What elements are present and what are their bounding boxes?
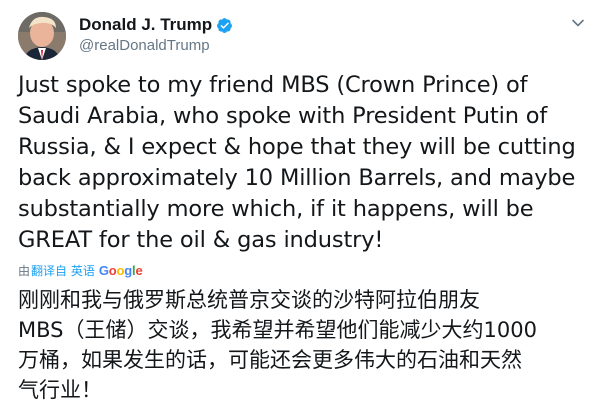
google-logo-letter: g	[124, 262, 133, 278]
tweet-text-line: Russia, & I expect & hope that they will…	[18, 134, 576, 160]
tweet-card: Donald J. Trump @realDonaldTrump Just sp…	[0, 0, 603, 405]
translation-prefix: 由	[18, 263, 31, 278]
google-logo: Google	[99, 263, 143, 278]
translated-text-line: MBS（王储）交谈，我希望并希望他们能减少大约1000	[18, 318, 537, 342]
translated-text-line: 刚刚和我与俄罗斯总统普京交谈的沙特阿拉伯朋友	[18, 288, 480, 312]
tweet-author[interactable]: Donald J. Trump @realDonaldTrump	[79, 14, 233, 54]
tweet-text-line: substantially more which, if it happens,…	[18, 196, 534, 222]
avatar-image	[18, 12, 66, 60]
author-handle[interactable]: @realDonaldTrump	[79, 37, 233, 54]
tweet-text-line: GREAT for the oil & gas industry!	[18, 227, 384, 253]
google-logo-letter: e	[135, 262, 143, 278]
tweet-text: Just spoke to my friend MBS (Crown Princ…	[18, 70, 588, 256]
translation-source-link[interactable]: 翻译自 英语	[31, 262, 95, 279]
translated-text: 刚刚和我与俄罗斯总统普京交谈的沙特阿拉伯朋友 MBS（王储）交谈，我希望并希望他…	[18, 285, 593, 405]
chevron-down-icon[interactable]	[569, 14, 587, 32]
avatar[interactable]	[18, 12, 66, 60]
tweet-text-line: Saudi Arabia, who spoke with President P…	[18, 103, 548, 129]
translated-text-line: 万桶，如果发生的话，可能还会更多伟大的石油和天然	[18, 348, 522, 372]
google-logo-letter: G	[98, 262, 109, 278]
tweet-text-line: Just spoke to my friend MBS (Crown Princ…	[18, 72, 528, 98]
author-display-name[interactable]: Donald J. Trump	[79, 15, 212, 35]
verified-badge-icon	[216, 17, 233, 34]
translation-attribution: 由 翻译自 英语 Google	[18, 261, 143, 279]
translated-text-line: 气行业！	[18, 378, 102, 402]
tweet-text-line: back approximately 10 Million Barrels, a…	[18, 165, 576, 191]
google-logo-letter: o	[108, 262, 117, 278]
author-name-row: Donald J. Trump	[79, 14, 233, 36]
